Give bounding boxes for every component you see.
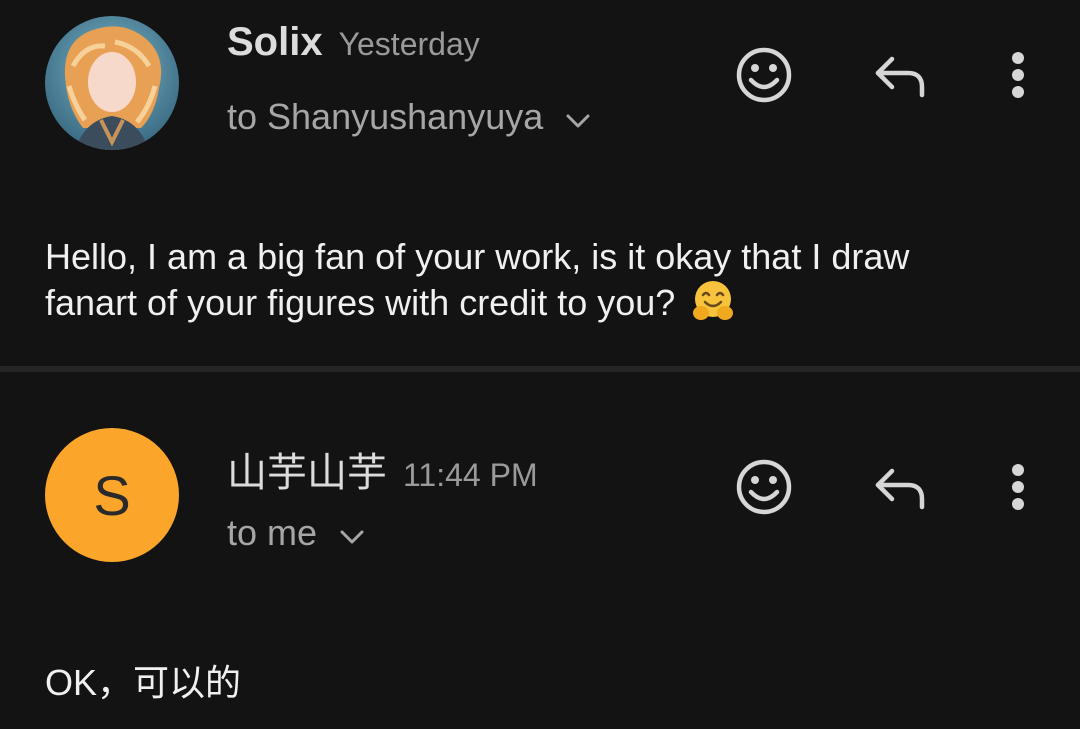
- avatar-image: [45, 16, 179, 150]
- message-text: Hello, I am a big fan of your work, is i…: [45, 236, 910, 323]
- message-body: OK，可以的: [45, 660, 1005, 705]
- avatar-letter: S: [93, 463, 131, 527]
- chevron-down-icon: [565, 96, 591, 138]
- message-card: Solix Yesterday to Shanyushanyuya Hello,…: [0, 0, 1080, 366]
- sender-name: 山芋山芋: [227, 451, 387, 495]
- recipient-label: to me: [227, 512, 318, 553]
- message-body: Hello, I am a big fan of your work, is i…: [45, 234, 1005, 333]
- message-card: S 山芋山芋 11:44 PM to me OK，可以的: [0, 372, 1080, 729]
- recipient-details-toggle[interactable]: to me: [227, 512, 365, 554]
- sender-name: Solix: [227, 20, 323, 64]
- chevron-down-icon: [339, 512, 365, 554]
- message-text: OK，可以的: [45, 662, 242, 703]
- message-time: 11:44 PM: [403, 457, 538, 493]
- add-emoji-reaction-icon[interactable]: [733, 456, 795, 518]
- add-emoji-reaction-icon[interactable]: [733, 44, 795, 106]
- more-vertical-icon[interactable]: [996, 456, 1040, 518]
- sender-avatar[interactable]: [45, 16, 179, 150]
- reply-arrow-icon[interactable]: [866, 46, 934, 104]
- recipient-details-toggle[interactable]: to Shanyushanyuya: [227, 96, 591, 138]
- hugging-face-emoji: [691, 279, 735, 333]
- more-vertical-icon[interactable]: [996, 44, 1040, 106]
- sender-avatar[interactable]: S: [45, 428, 179, 562]
- recipient-label: to Shanyushanyuya: [227, 96, 544, 137]
- reply-arrow-icon[interactable]: [866, 458, 934, 516]
- message-time: Yesterday: [338, 26, 480, 62]
